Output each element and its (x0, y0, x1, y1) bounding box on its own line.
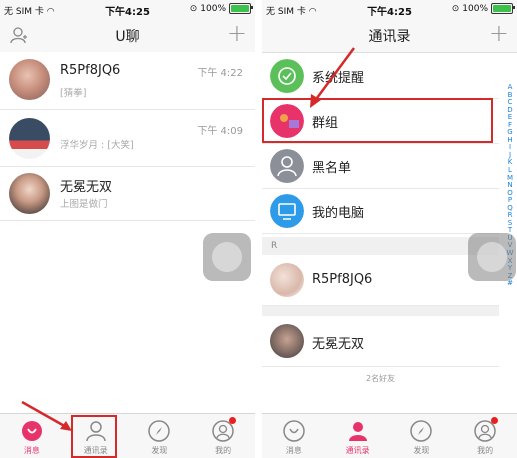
index-letter[interactable]: # (507, 280, 513, 288)
tab-label: 发现 (151, 446, 168, 455)
groups-row-highlight (262, 98, 493, 143)
battery-icon (491, 3, 515, 14)
chat-row[interactable]: R5Pf8JQ6 下午 4:22 [猜拳] (0, 52, 255, 110)
tab-label: 消息 (285, 446, 302, 455)
contacts-screen: 无 SIM 卡 ◠ 下午4:25 ⊙ 100% 通讯录 + 系统提醒 群组 黑名… (262, 0, 517, 458)
nav-bar: 通讯录 + (262, 18, 517, 53)
contact-row[interactable]: 无冕无双 (262, 317, 499, 367)
compass-icon (410, 420, 433, 442)
chat-name: R5Pf8JQ6 (60, 63, 121, 78)
contact-row-blacklist[interactable]: 黑名单 (262, 144, 499, 189)
tab-bar: 消息 通讯录 发现 我的 (262, 413, 517, 458)
assistive-touch-button[interactable] (203, 233, 251, 281)
battery-icon (229, 3, 253, 14)
add-button[interactable]: + (489, 19, 509, 47)
tab-messages[interactable]: 消息 (262, 414, 326, 458)
page-title: 通讯录 (368, 29, 411, 45)
person-icon (270, 149, 304, 183)
tab-label: 我的 (215, 446, 232, 455)
tab-label: 我的 (477, 446, 494, 455)
avatar (270, 324, 304, 358)
page-title: U聊 (115, 29, 140, 45)
battery-percent: 100% (462, 3, 488, 14)
pointer-arrow-icon (21, 400, 72, 431)
tab-me[interactable]: 我的 (453, 414, 517, 458)
tab-label: 消息 (23, 446, 40, 455)
contact-row[interactable]: R5Pf8JQ6 (262, 256, 499, 306)
tab-label: 发现 (413, 446, 430, 455)
avatar (9, 173, 50, 214)
section-divider (262, 306, 499, 316)
contacts-icon (348, 422, 367, 441)
tab-label: 通讯录 (345, 446, 370, 455)
contact-name: R5Pf8JQ6 (312, 272, 373, 287)
add-button[interactable]: + (227, 19, 247, 47)
contact-row-my-computer[interactable]: 我的电脑 (262, 189, 499, 234)
chat-preview: 上图是做门 (60, 199, 108, 210)
chat-preview: [猜拳] (60, 88, 87, 99)
chat-time: 下午 4:09 (197, 126, 243, 137)
compass-icon (148, 420, 171, 442)
contact-label: 黑名单 (312, 161, 352, 176)
section-header: R (262, 237, 499, 255)
lock-rotation-icon: ⊙ (451, 3, 460, 14)
tab-discover[interactable]: 发现 (128, 414, 192, 458)
battery-percent: 100% (200, 3, 226, 14)
status-bar: 无 SIM 卡 ◠ 下午4:25 ⊙ 100% (262, 0, 517, 18)
tab-contacts[interactable]: 通讯录 (326, 414, 390, 458)
shield-check-icon (270, 59, 304, 93)
contact-row-system-notice[interactable]: 系统提醒 (262, 54, 499, 99)
nav-bar: U聊 + (0, 18, 255, 53)
message-icon (283, 420, 305, 442)
chat-list-screen: 无 SIM 卡 ◠ 下午4:25 ⊙ 100% U聊 + R5Pf8JQ6 下午… (0, 0, 255, 458)
chat-name: 无冕无双 (60, 180, 113, 195)
contact-label: 我的电脑 (312, 206, 365, 221)
friend-count: 2名好友 (365, 374, 396, 383)
contact-name: 无冕无双 (312, 337, 365, 352)
tab-me[interactable]: 我的 (191, 414, 255, 458)
pointer-arrow-icon (310, 47, 356, 108)
status-bar: 无 SIM 卡 ◠ 下午4:25 ⊙ 100% (0, 0, 255, 18)
lock-rotation-icon: ⊙ (189, 3, 198, 14)
group-avatar (9, 118, 50, 159)
monitor-icon (270, 194, 304, 228)
chat-time: 下午 4:22 (197, 68, 243, 79)
chat-row[interactable]: 下午 4:09 浮华岁月 : [大笑] (0, 110, 255, 167)
assistive-touch-button[interactable] (468, 233, 516, 281)
chat-row[interactable]: 无冕无双 上图是做门 (0, 167, 255, 221)
avatar (9, 59, 50, 100)
tab-discover[interactable]: 发现 (390, 414, 454, 458)
chat-preview: 浮华岁月 : [大笑] (60, 140, 134, 151)
avatar (270, 263, 304, 297)
